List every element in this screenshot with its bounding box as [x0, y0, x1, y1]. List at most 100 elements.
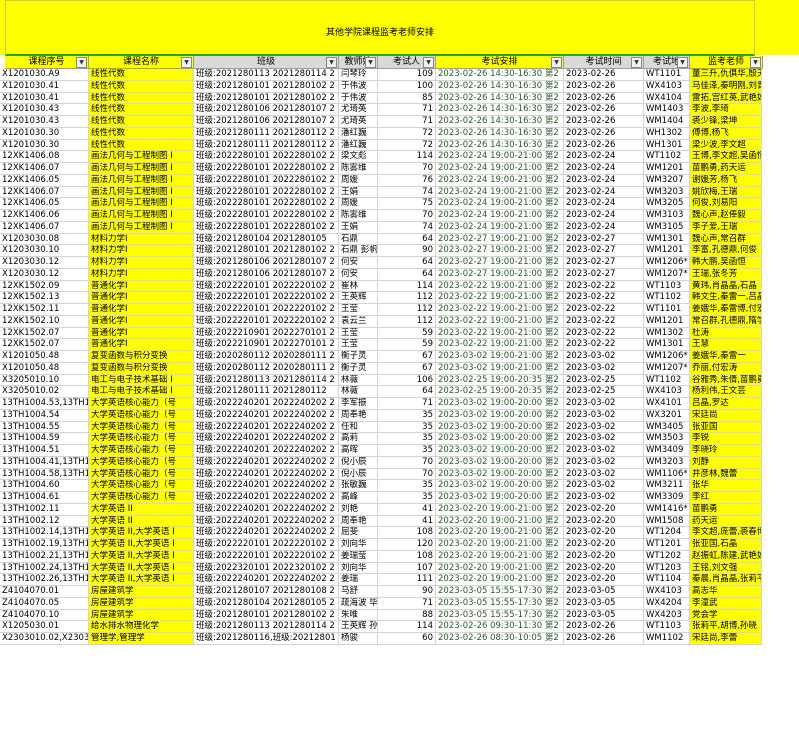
header-exam-location[interactable]: 考试地 ▼	[644, 56, 690, 69]
cell-exam-location[interactable]: WM1416*	[644, 503, 690, 516]
cell-exam-schedule[interactable]: 2023-03-02 19:00-21:00 第2	[436, 351, 564, 363]
cell-exam-count[interactable]: 70	[378, 210, 436, 222]
cell-teacher[interactable]: 周媛	[339, 198, 378, 210]
cell-course-name[interactable]: 普通化学I	[89, 339, 194, 351]
cell-exam-count[interactable]: 64	[378, 268, 436, 281]
cell-exam-schedule[interactable]: 2023-03-02 19:00-20:00 第2	[436, 433, 564, 445]
cell-course-id[interactable]: 13TH1002.12	[0, 515, 89, 528]
cell-teacher[interactable]: 屈斐	[339, 527, 378, 539]
filter-dropdown-icon[interactable]: ▼	[631, 57, 642, 68]
cell-class[interactable]: 班级:2021280111 2021280112 2	[194, 127, 339, 140]
cell-exam-location[interactable]: WM1201	[644, 245, 690, 257]
cell-exam-count[interactable]: 60	[378, 633, 436, 645]
cell-proctors[interactable]: 梁少波,李文超	[690, 139, 762, 152]
cell-exam-count[interactable]: 41	[378, 515, 436, 528]
cell-exam-count[interactable]: 35	[378, 421, 436, 434]
cell-teacher[interactable]: 李军振	[339, 398, 378, 410]
cell-proctors[interactable]: 魏心声,赵俸毅	[690, 210, 762, 222]
cell-teacher[interactable]: 朱唯	[339, 609, 378, 622]
cell-exam-time[interactable]: 2023-03-02	[564, 398, 644, 410]
cell-course-id[interactable]: 12XK1406.06	[0, 210, 89, 222]
cell-course-id[interactable]: 13TH1002.14,13TH10	[0, 527, 89, 539]
header-course-id[interactable]: 课程序号 ▼	[5, 56, 89, 69]
cell-exam-location[interactable]: WT1101	[644, 69, 690, 81]
cell-class[interactable]: 班级:2021280104 2021280105	[194, 233, 339, 246]
cell-course-id[interactable]: 13TH1004.61	[0, 492, 89, 504]
cell-course-name[interactable]: 大学英语核心能力（号	[89, 433, 194, 445]
cell-exam-count[interactable]: 111	[378, 574, 436, 586]
cell-course-name[interactable]: 画法几何与工程制图 I	[89, 174, 194, 187]
cell-course-id[interactable]: 13TH1002.24,13TH10	[0, 562, 89, 575]
cell-exam-location[interactable]: WM1207*	[644, 362, 690, 375]
cell-exam-schedule[interactable]: 2023-03-05 15:55-17:30 第2	[436, 597, 564, 610]
cell-exam-location[interactable]: WT1202	[644, 550, 690, 563]
cell-class[interactable]: 班级:2022240201 2022240202 2	[194, 433, 339, 445]
cell-exam-location[interactable]: WM1206*	[644, 351, 690, 363]
cell-exam-time[interactable]: 2023-03-02	[564, 409, 644, 422]
cell-teacher[interactable]: 马舒	[339, 586, 378, 598]
cell-exam-time[interactable]: 2023-02-22	[564, 339, 644, 351]
cell-proctors[interactable]: 李子爱,王瑞	[690, 221, 762, 234]
cell-proctors[interactable]: 何俊,刘易阳	[690, 198, 762, 210]
cell-exam-location[interactable]: WM1206*	[644, 257, 690, 269]
cell-exam-count[interactable]: 107	[378, 562, 436, 575]
cell-exam-location[interactable]: WM1106*	[644, 468, 690, 481]
cell-proctors[interactable]: 雷拓,宫红英,武艳如	[690, 92, 762, 105]
cell-proctors[interactable]: 魏心声,常召群	[690, 233, 762, 246]
filter-dropdown-icon[interactable]: ▼	[423, 57, 434, 68]
filter-dropdown-icon[interactable]: ▼	[551, 57, 562, 68]
cell-course-id[interactable]: 12XK1406.05	[0, 198, 89, 210]
cell-exam-location[interactable]: WX4104	[644, 92, 690, 105]
filter-dropdown-icon[interactable]: ▼	[750, 57, 761, 68]
cell-exam-time[interactable]: 2023-03-02	[564, 421, 644, 434]
cell-exam-location[interactable]: WM1201	[644, 315, 690, 328]
cell-course-name[interactable]: 大学英语核心能力（号	[89, 468, 194, 481]
cell-teacher[interactable]: 周奉艳	[339, 515, 378, 528]
cell-exam-time[interactable]: 2023-02-26	[564, 69, 644, 81]
cell-exam-time[interactable]: 2023-02-20	[564, 527, 644, 539]
cell-class[interactable]: 班级:2022220101 2022220102 2	[194, 315, 339, 328]
cell-course-name[interactable]: 普通化学I	[89, 304, 194, 316]
cell-teacher[interactable]: 高峰	[339, 492, 378, 504]
cell-course-name[interactable]: 材料力学I	[89, 245, 194, 257]
cell-proctors[interactable]: 韩文生,秦雷一,吕晶	[690, 292, 762, 304]
cell-proctors[interactable]: 乔丽,付宏涛	[690, 362, 762, 375]
cell-exam-count[interactable]: 67	[378, 351, 436, 363]
cell-exam-schedule[interactable]: 2023-02-20 19:00-21:00 第2	[436, 574, 564, 586]
header-exam-count[interactable]: 考试人 ▼	[378, 56, 436, 69]
cell-exam-location[interactable]: WM3103	[644, 210, 690, 222]
cell-teacher[interactable]: 姜瑞	[339, 574, 378, 586]
cell-class[interactable]: 班级:2021280101 2021280102 2	[194, 80, 339, 93]
cell-course-name[interactable]: 普通化学I	[89, 327, 194, 340]
cell-course-id[interactable]: Z4104070.01	[0, 586, 89, 598]
cell-exam-time[interactable]: 2023-03-02	[564, 351, 644, 363]
cell-teacher[interactable]: 王莹	[339, 339, 378, 351]
cell-course-name[interactable]: 材料力学I	[89, 257, 194, 269]
cell-exam-schedule[interactable]: 2023-02-20 19:00-21:00 第2	[436, 539, 564, 551]
cell-exam-location[interactable]: WM1102	[644, 633, 690, 645]
cell-exam-location[interactable]: WM3203	[644, 186, 690, 199]
cell-class[interactable]: 班级:2020280112 2020280111 2	[194, 351, 339, 363]
cell-exam-count[interactable]: 74	[378, 186, 436, 199]
cell-exam-schedule[interactable]: 2023-03-02 19:00-20:00 第2	[436, 492, 564, 504]
cell-course-id[interactable]: Z4104070.10	[0, 609, 89, 622]
cell-exam-time[interactable]: 2023-03-02	[564, 480, 644, 492]
cell-exam-count[interactable]: 70	[378, 163, 436, 175]
cell-course-name[interactable]: 大学英语核心能力（号	[89, 409, 194, 422]
header-proctors[interactable]: 监考老师 ▼	[690, 56, 763, 69]
cell-teacher[interactable]: 张敏巍	[339, 480, 378, 492]
cell-course-id[interactable]: 12XK1406.07	[0, 163, 89, 175]
cell-course-name[interactable]: 大学英语核心能力（号	[89, 398, 194, 410]
cell-class[interactable]: 班级:2022280101 2022280102 2	[194, 210, 339, 222]
cell-class[interactable]: 班级:2022210901 2022270101 2	[194, 327, 339, 340]
cell-course-id[interactable]: X1201030.43	[0, 104, 89, 116]
cell-exam-time[interactable]: 2023-03-02	[564, 445, 644, 457]
cell-class[interactable]: 班级:2021280106 2021280107 2	[194, 104, 339, 116]
cell-exam-time[interactable]: 2023-02-24	[564, 198, 644, 210]
cell-exam-time[interactable]: 2023-02-24	[564, 174, 644, 187]
cell-teacher[interactable]: 杨骏	[339, 633, 378, 645]
cell-proctors[interactable]: 刘静	[690, 456, 762, 469]
cell-exam-schedule[interactable]: 2023-03-02 19:00-20:00 第2	[436, 456, 564, 469]
cell-course-id[interactable]: X1201030.A9	[0, 69, 89, 81]
cell-exam-location[interactable]: WM3211	[644, 480, 690, 492]
